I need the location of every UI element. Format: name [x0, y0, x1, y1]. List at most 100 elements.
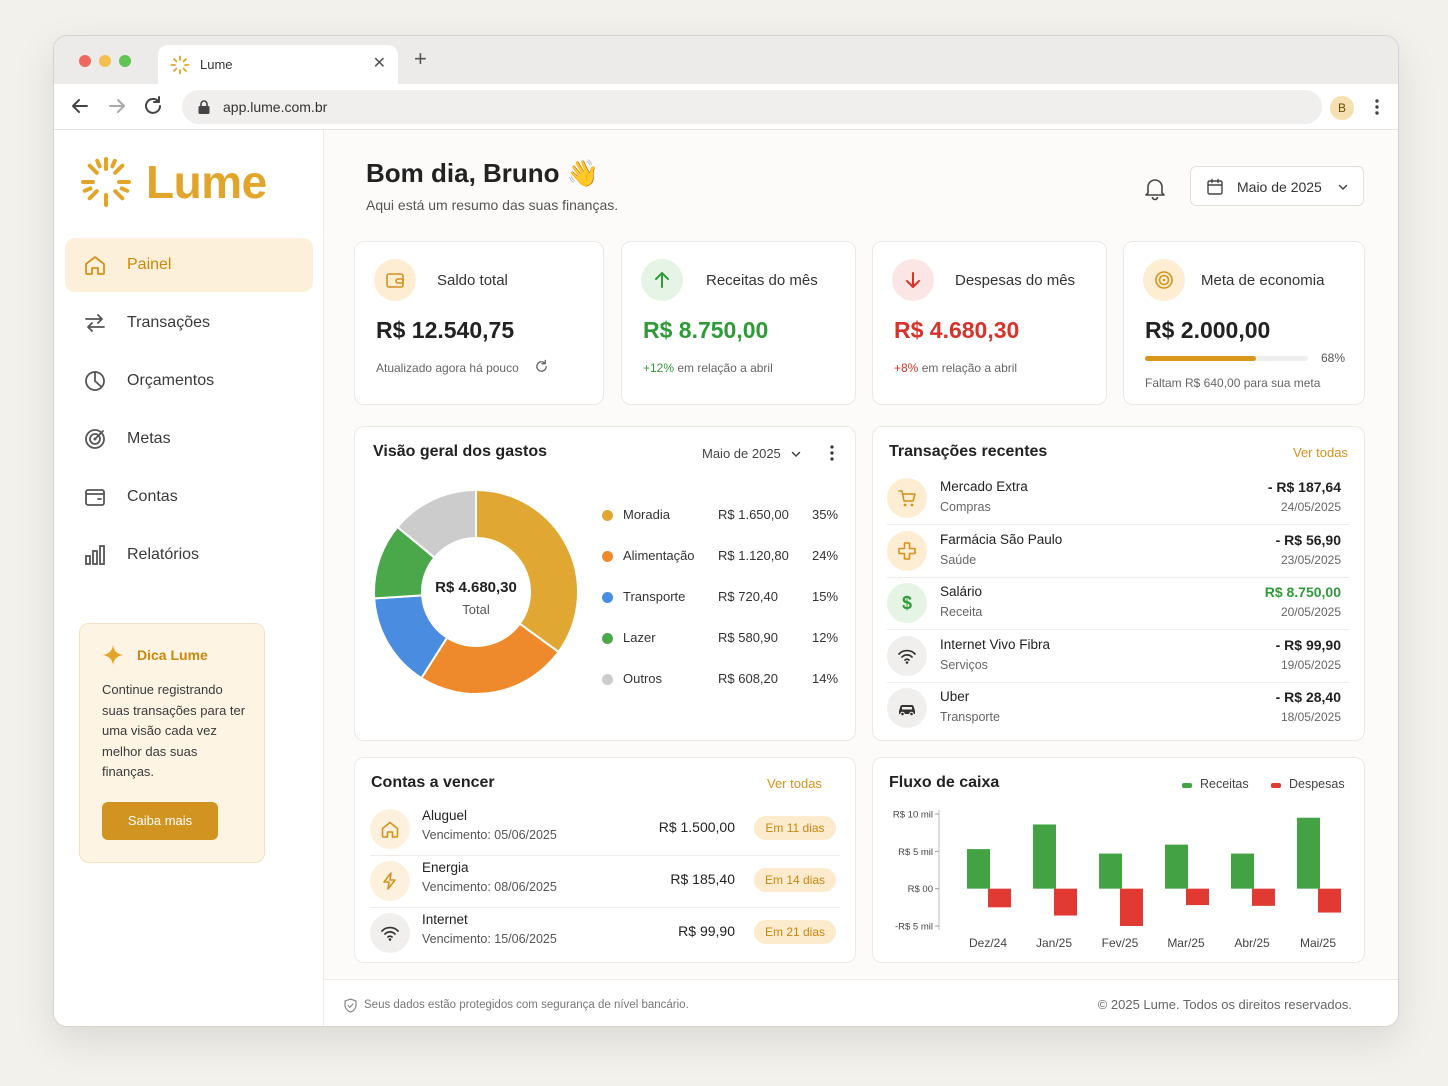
minimize-window-button[interactable] — [99, 55, 111, 67]
brand-name: Lume — [146, 156, 267, 208]
kpi-note: Atualizado agora há pouco — [376, 361, 519, 375]
legend-category-percent: 15% — [812, 589, 839, 604]
donut-slice-0 — [475, 489, 579, 654]
address-bar-row: app.lume.com.br B — [54, 84, 1398, 130]
month-selector[interactable]: Maio de 2025 — [1190, 166, 1364, 206]
bill-icon-badge — [370, 913, 410, 953]
kpi-card-expenses: Despesas do mês R$ 4.680,30 +8% em relaç… — [872, 241, 1107, 405]
kpi-icon-badge — [892, 259, 934, 301]
savings-progress-bar — [1145, 356, 1308, 361]
kpi-card-balance: Saldo total R$ 12.540,75 Atualizado agor… — [354, 241, 604, 405]
sidebar-item-transacoes[interactable]: Transações — [65, 296, 313, 350]
x-tick-label: Fev/25 — [1102, 936, 1139, 950]
legend-dot — [602, 592, 613, 603]
wifi-icon — [898, 649, 916, 664]
bill-row[interactable]: Aluguel Vencimento: 05/06/2025 R$ 1.500,00… — [370, 804, 840, 856]
transaction-category: Transporte — [940, 710, 1000, 724]
maximize-window-button[interactable] — [119, 55, 131, 67]
spending-period-selector[interactable]: Maio de 2025 — [702, 446, 781, 461]
x-tick-label: Mai/25 — [1300, 936, 1336, 950]
upcoming-bills-card: Contas a vencer Ver todas Aluguel Vencime… — [354, 757, 856, 963]
legend-row: Outros R$ 608,20 14% — [602, 669, 842, 689]
legend-category-name: Alimentação — [623, 548, 695, 563]
transaction-row[interactable]: $ Salário Receita R$ 8.750,00 20/05/2025 — [887, 578, 1349, 630]
sidebar-item-metas[interactable]: Metas — [65, 412, 313, 466]
bill-icon-badge — [370, 861, 410, 901]
bill-due-date: Vencimento: 05/06/2025 — [422, 828, 557, 842]
transaction-row[interactable]: Mercado Extra Compras - R$ 187,64 24/05/202… — [887, 473, 1349, 525]
transaction-icon-badge — [887, 530, 927, 571]
pie-icon — [85, 371, 105, 391]
transaction-name: Internet Vivo Fibra — [940, 636, 1051, 652]
app: Lume Painel Transações Orçamentos Metas … — [54, 131, 1398, 1026]
x-tick-label: Mar/25 — [1167, 936, 1205, 950]
close-tab-icon[interactable]: ✕ — [373, 53, 386, 73]
see-all-bills-link[interactable]: Ver todas — [767, 776, 822, 791]
forward-arrow-icon[interactable] — [105, 94, 129, 118]
legend-dot — [602, 551, 613, 562]
x-tick-label: Abr/25 — [1234, 936, 1270, 950]
transaction-date: 24/05/2025 — [1280, 500, 1341, 514]
section-title: Visão geral dos gastos — [373, 443, 547, 460]
sidebar-item-contas[interactable]: Contas — [65, 470, 313, 524]
transaction-icon-badge: $ — [887, 583, 927, 623]
new-tab-button[interactable]: + — [414, 48, 427, 70]
url-field[interactable]: app.lume.com.br — [182, 90, 1351, 124]
bill-name: Internet — [422, 912, 468, 927]
transaction-date: 19/05/2025 — [1280, 657, 1341, 672]
transaction-row[interactable]: Internet Vivo Fibra Serviços - R$ 99,90 19/… — [887, 631, 1349, 683]
sidebar-item-relatorios[interactable]: Relatórios — [65, 528, 313, 582]
kpi-note: +8% em relação a abril — [894, 361, 1017, 375]
x-tick-label: Dez/24 — [969, 936, 1007, 950]
kpi-value: R$ 2.000,00 — [1145, 317, 1271, 343]
reload-icon[interactable] — [141, 94, 165, 118]
bill-name: Energia — [422, 860, 469, 875]
chevron-down-icon[interactable] — [790, 448, 802, 460]
home-icon — [381, 821, 399, 838]
cart-icon — [898, 490, 916, 507]
sparkle-icon — [103, 645, 123, 665]
medical-cross-icon — [898, 541, 916, 560]
kebab-menu-icon[interactable] — [1367, 97, 1387, 117]
refresh-icon[interactable] — [534, 359, 549, 374]
bill-row[interactable]: Internet Vencimento: 15/06/2025 R$ 99,90 Em… — [370, 908, 840, 960]
sidebar-item-orcamentos[interactable]: Orçamentos — [65, 354, 313, 408]
spending-overview-card: Visão geral dos gastos Maio de 2025 R$ 4… — [354, 426, 856, 741]
bill-due-date: Vencimento: 15/06/2025 — [422, 932, 557, 946]
cash-flow-card: Fluxo de caixa Receitas Despesas R$ 10 m… — [872, 757, 1365, 963]
back-arrow-icon[interactable] — [68, 94, 92, 118]
learn-more-button[interactable]: Saiba mais — [102, 802, 218, 840]
transaction-date: 20/05/2025 — [1280, 605, 1341, 619]
legend-category-name: Lazer — [623, 630, 656, 645]
bill-icon-badge — [370, 809, 410, 849]
close-window-button[interactable] — [79, 55, 91, 67]
section-title: Fluxo de caixa — [889, 774, 1000, 791]
notification-bell-icon[interactable] — [1142, 175, 1168, 201]
legend-category-value: R$ 1.650,00 — [718, 507, 789, 522]
legend-category-name: Outros — [623, 671, 663, 686]
y-tick-label: R$ 10 mil — [893, 810, 933, 821]
transaction-row[interactable]: Farmácia São Paulo Saúde - R$ 56,90 23/05/2… — [887, 526, 1349, 578]
more-options-icon[interactable] — [824, 444, 840, 462]
bill-row[interactable]: Energia Vencimento: 08/06/2025 R$ 185,40 Em… — [370, 856, 840, 908]
dollar-icon: $ — [902, 593, 912, 613]
browser-tab[interactable]: Lume ✕ — [158, 45, 398, 84]
bar-receitas — [1165, 844, 1188, 889]
profile-avatar[interactable]: B — [1330, 96, 1354, 120]
svg-text:$: $ — [902, 593, 912, 613]
transaction-row[interactable]: Uber Transporte - R$ 28,40 18/05/2025 — [887, 683, 1349, 735]
wallet-icon — [386, 273, 404, 288]
tab-title: Lume — [200, 57, 233, 72]
legend-category-value: R$ 580,90 — [718, 630, 778, 645]
kpi-note: Faltam R$ 640,00 para sua meta — [1145, 376, 1321, 390]
bar-receitas — [1297, 817, 1320, 889]
lock-icon — [198, 100, 210, 114]
kpi-value: R$ 12.540,75 — [376, 317, 515, 343]
bill-name: Aluguel — [422, 808, 468, 823]
sidebar-item-painel[interactable]: Painel — [65, 238, 313, 292]
see-all-transactions-link[interactable]: Ver todas — [1293, 445, 1348, 460]
legend-label-despesas: Despesas — [1289, 777, 1345, 791]
target-icon — [1155, 271, 1173, 289]
legend-category-percent: 12% — [812, 630, 839, 645]
kpi-note-text: em relação a abril — [921, 361, 1018, 375]
